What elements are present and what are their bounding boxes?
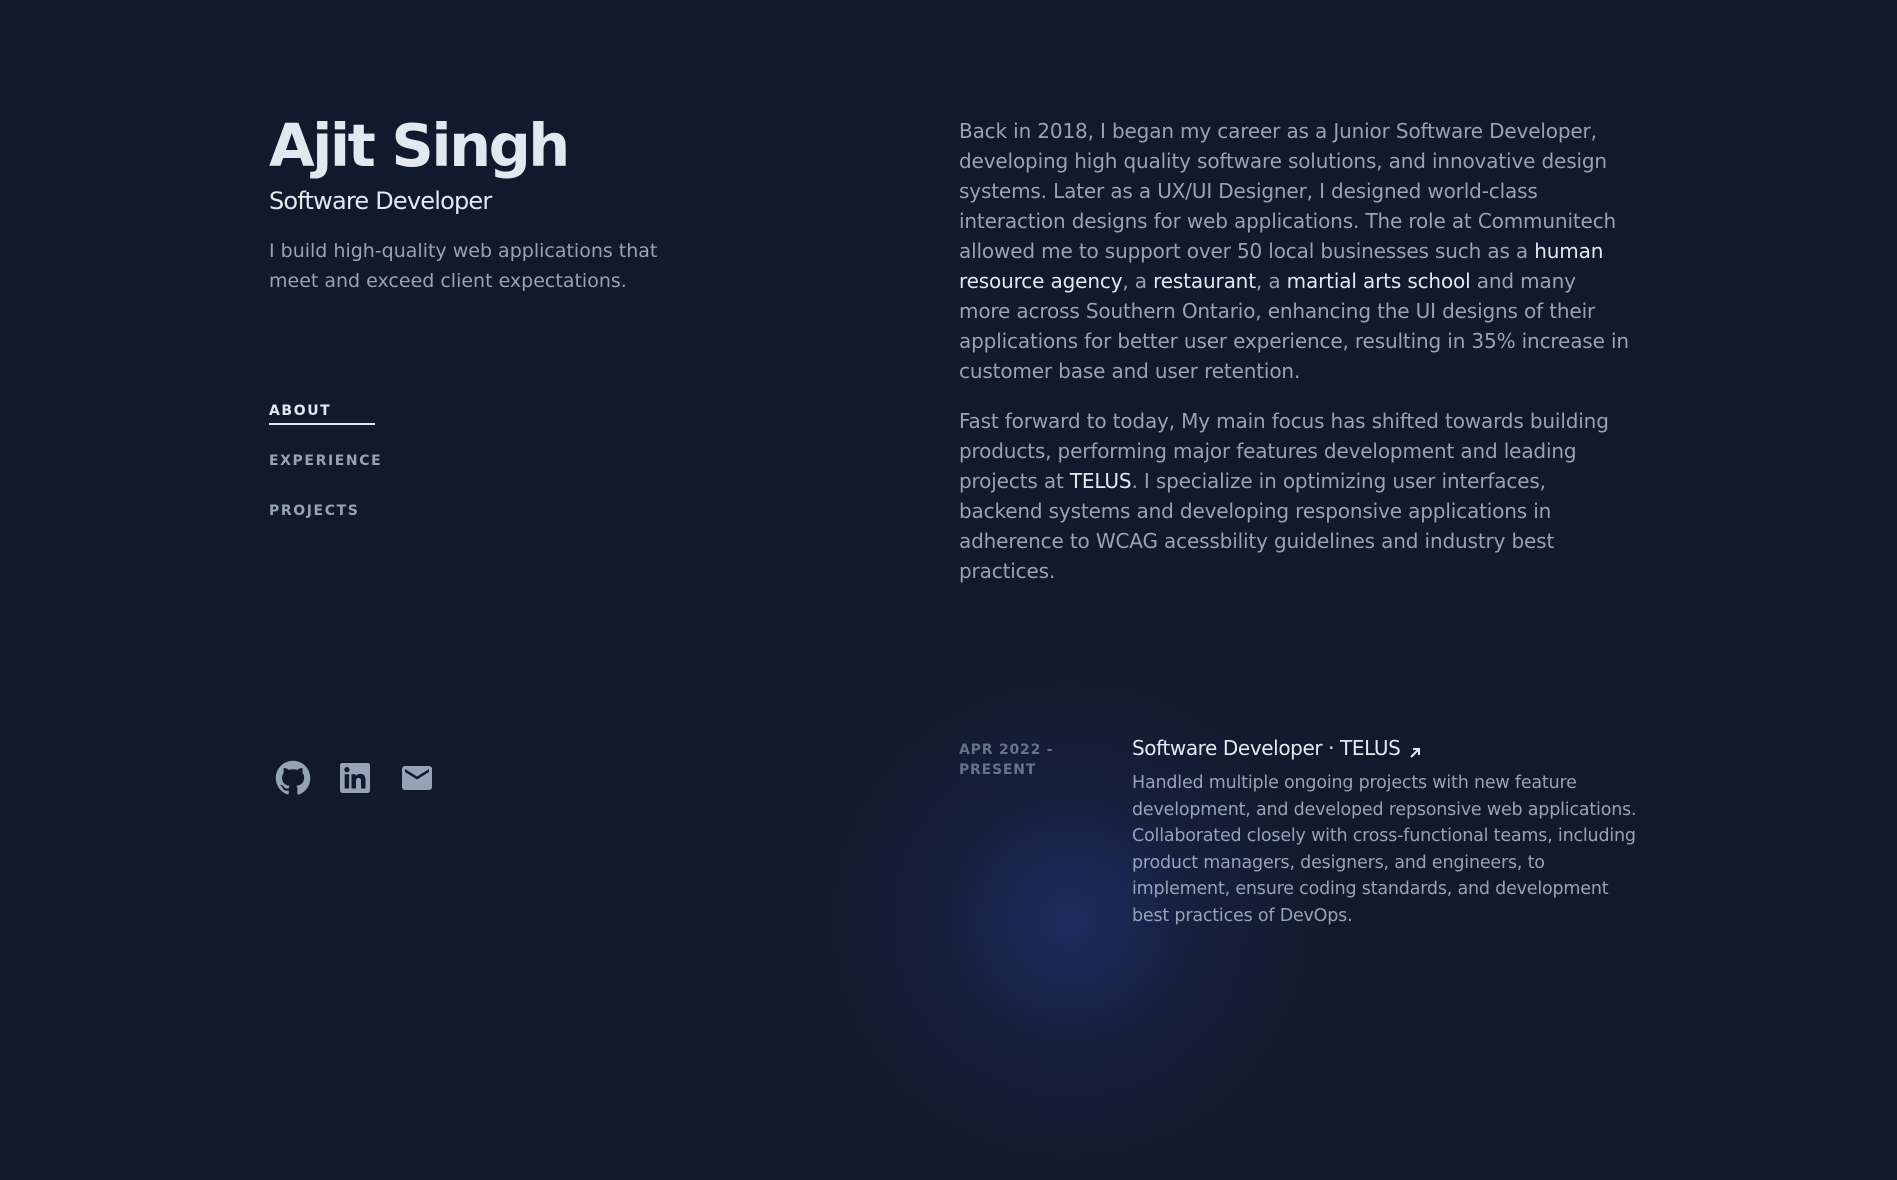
linkedin-icon[interactable] xyxy=(337,760,373,796)
nav-item-label: PROJECTS xyxy=(269,503,360,519)
nav-item-projects[interactable]: PROJECTS xyxy=(269,500,382,550)
link-telus[interactable]: TELUS xyxy=(1070,469,1132,493)
arrow-up-right-icon xyxy=(1408,741,1422,758)
about-text: , a xyxy=(1255,269,1287,293)
mail-icon[interactable] xyxy=(399,760,435,796)
about-text: , a xyxy=(1122,269,1154,293)
experience-title: Software Developer · TELUS xyxy=(1132,736,1401,760)
social-links xyxy=(275,760,435,796)
job-title: Software Developer xyxy=(269,187,492,215)
experience-date: APR 2022 - PRESENT xyxy=(959,742,1054,778)
link-martial-arts-school[interactable]: martial arts school xyxy=(1287,269,1471,293)
about-paragraph-2: Fast forward to today, My main focus has… xyxy=(959,406,1633,586)
page-title: Ajit Singh xyxy=(269,111,570,180)
about-section: Back in 2018, I began my career as a Jun… xyxy=(959,116,1633,606)
experience-body: Software Developer · TELUS Handled multi… xyxy=(1132,736,1638,929)
experience-description: Handled multiple ongoing projects with n… xyxy=(1132,773,1637,926)
tagline: I build high-quality web applications th… xyxy=(269,240,658,292)
nav-item-about[interactable]: ABOUT xyxy=(269,400,382,450)
experience-item: APR 2022 - PRESENT Software Developer · … xyxy=(959,736,1639,929)
active-indicator xyxy=(269,423,375,425)
experience-title-link[interactable]: Software Developer · TELUS xyxy=(1132,736,1638,760)
link-restaurant[interactable]: restaurant xyxy=(1153,269,1256,293)
github-icon[interactable] xyxy=(275,760,311,796)
nav-item-label: ABOUT xyxy=(269,403,332,419)
nav-item-experience[interactable]: EXPERIENCE xyxy=(269,450,382,500)
nav-item-label: EXPERIENCE xyxy=(269,453,383,469)
section-nav: ABOUT EXPERIENCE PROJECTS xyxy=(269,400,382,550)
profile-header: Ajit Singh Software Developer I build hi… xyxy=(269,110,689,296)
about-paragraph-1: Back in 2018, I began my career as a Jun… xyxy=(959,116,1633,386)
about-text: Back in 2018, I began my career as a Jun… xyxy=(959,119,1617,263)
